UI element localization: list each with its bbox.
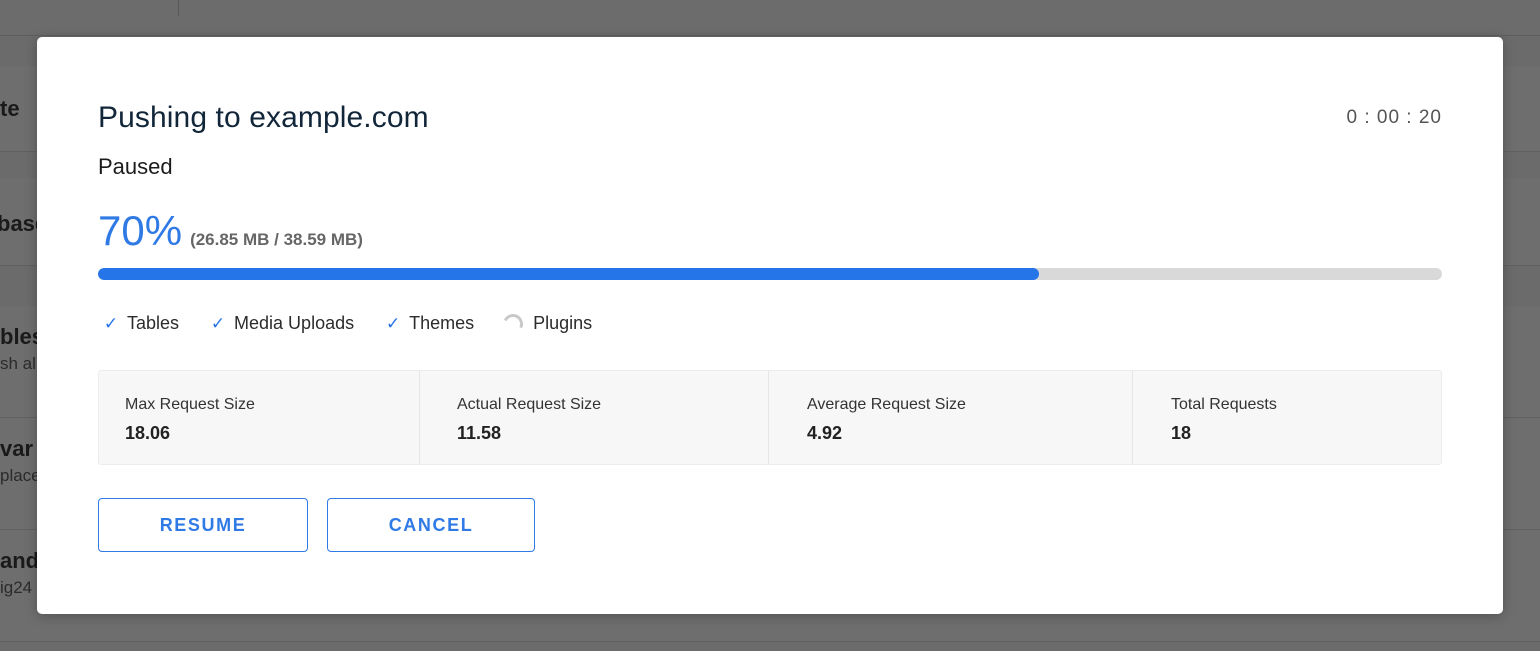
stage-label: Themes [409, 313, 475, 333]
modal-title: Pushing to example.com [98, 101, 429, 134]
stat-value: 18 [1171, 423, 1192, 443]
stat-value: 4.92 [807, 423, 843, 443]
check-icon: ✓ [103, 313, 119, 333]
check-icon: ✓ [210, 313, 226, 333]
migration-progress-modal: Pushing to example.com 0 : 00 : 20 Pause… [37, 37, 1503, 614]
progress-bar [98, 268, 1442, 280]
check-icon: ✓ [385, 313, 401, 333]
resume-button[interactable]: RESUME [98, 498, 308, 552]
progress-percent: 70% [98, 207, 183, 254]
stat-value: 11.58 [457, 423, 502, 443]
stage-list: ✓ Tables ✓ Media Uploads ✓ Themes Plugin… [101, 310, 621, 337]
background-fragment-sub: sh al [0, 354, 36, 373]
background-fragment-sub: place [0, 466, 41, 485]
stat-max-request-size: Max Request Size 18.06 [99, 371, 420, 464]
stat-label: Average Request Size [807, 396, 966, 413]
stage-label: Media Uploads [234, 313, 355, 333]
stage-themes: ✓ Themes [383, 313, 474, 334]
stage-media-uploads: ✓ Media Uploads [208, 313, 354, 334]
spinner-icon [500, 310, 526, 337]
progress-bar-fill [98, 268, 1039, 280]
stat-total-requests: Total Requests 18 [1133, 371, 1441, 464]
stat-label: Max Request Size [125, 396, 255, 413]
status-text: Paused [98, 154, 173, 179]
background-topbar-divider [178, 0, 179, 16]
background-fragment-sub: ig24 [0, 578, 33, 597]
stat-average-request-size: Average Request Size 4.92 [769, 371, 1133, 464]
background-fragment: and [0, 548, 40, 573]
background-fragment: var [0, 436, 34, 461]
progress-summary: 70% (26.85 MB / 38.59 MB) [98, 207, 363, 255]
progress-size-detail: (26.85 MB / 38.59 MB) [190, 230, 363, 249]
background-fragment: te [0, 96, 20, 121]
stage-label: Plugins [533, 313, 593, 333]
stage-tables: ✓ Tables [101, 313, 179, 334]
stage-plugins: Plugins [500, 310, 593, 337]
cancel-button[interactable]: CANCEL [327, 498, 535, 552]
stat-actual-request-size: Actual Request Size 11.58 [420, 371, 769, 464]
background-topbar [0, 0, 1540, 36]
stat-label: Actual Request Size [457, 396, 602, 413]
stat-label: Total Requests [1171, 396, 1277, 413]
stage-label: Tables [127, 313, 180, 333]
request-stats-panel: Max Request Size 18.06 Actual Request Si… [98, 370, 1442, 465]
stat-value: 18.06 [125, 423, 171, 443]
elapsed-timer: 0 : 00 : 20 [1346, 107, 1442, 128]
